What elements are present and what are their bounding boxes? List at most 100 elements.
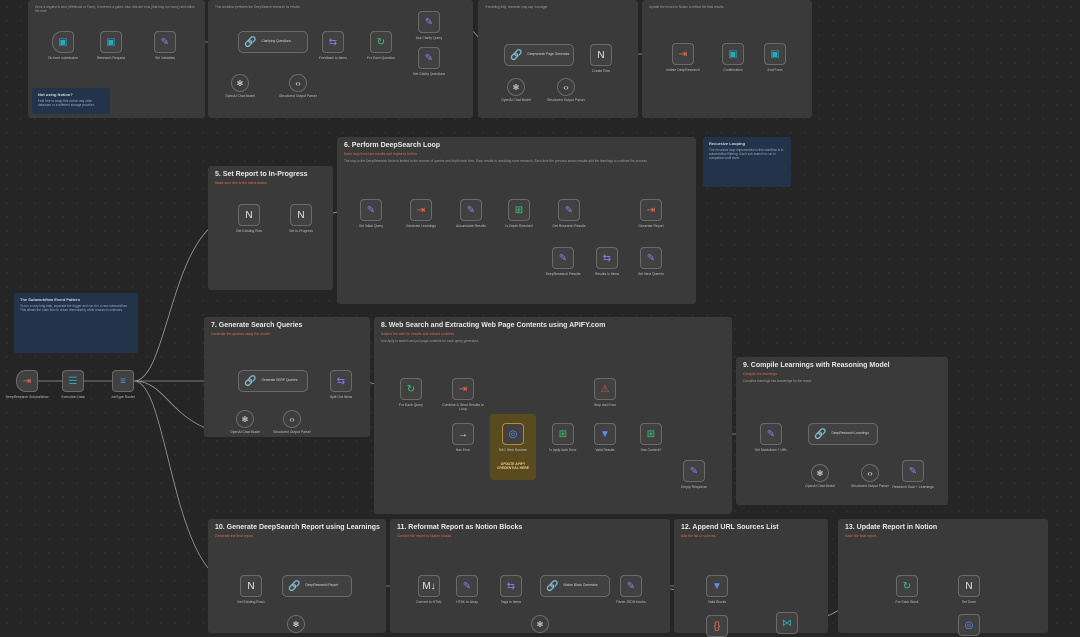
combine-send-results-node[interactable]: ⇥	[452, 378, 474, 400]
append-blocks-node[interactable]: ⋈	[776, 612, 798, 634]
set-initial-query-node[interactable]: ✎	[360, 199, 382, 221]
end-form-node[interactable]: ▣	[764, 43, 786, 65]
convert-to-html-node[interactable]: M↓	[418, 575, 440, 597]
generate-report-node[interactable]: ⇥	[640, 199, 662, 221]
arrow-right-icon: →	[458, 428, 468, 440]
empty-response-node[interactable]: ✎	[683, 460, 705, 482]
sticky-text: This workflow performs the DeepSearch re…	[215, 5, 301, 9]
accumulate-results-node[interactable]: ✎	[460, 199, 482, 221]
set-in-progress-node[interactable]: N	[290, 204, 312, 226]
section-subtitle: Compile the learnings.	[743, 372, 778, 376]
node-label: Parse JSON blocks	[616, 600, 646, 604]
openai-model-sub[interactable]: ✻	[236, 410, 254, 428]
confirmation-node[interactable]: ▣	[722, 43, 744, 65]
get-existing-row-node[interactable]: N	[238, 204, 260, 226]
node-label: Ask Clarity Query	[415, 36, 443, 40]
stop-and-error-node[interactable]: ⚠	[594, 378, 616, 400]
section-13-sticky[interactable]: 13. Update Report in Notion Save the fin…	[838, 519, 1048, 633]
is-apify-auth-error-node[interactable]: ⊞	[552, 423, 574, 445]
for-each-question-node[interactable]: ↻	[370, 31, 392, 53]
rag-web-browser-node[interactable]: ◎	[502, 423, 524, 445]
section-12-sticky[interactable]: 12. Append URL Sources List Add the list…	[674, 519, 828, 633]
execute-icon: ⇥	[416, 204, 426, 216]
node-label: Split Out Items	[329, 395, 353, 399]
openai-model-sub[interactable]: ✻	[507, 78, 525, 96]
deepresearch-learnings-node[interactable]: 🔗 DeepResearch Learnings	[808, 423, 878, 445]
jobtype-router-node[interactable]: ≡	[112, 370, 134, 392]
node-label: Get Markdown + URL	[754, 448, 788, 452]
output-parser-sub[interactable]: ‹›	[283, 410, 301, 428]
apify-credential-text: UPDATE APIFY CREDENTIAL HERE	[496, 462, 530, 471]
execution-data-node[interactable]: ☰	[62, 370, 84, 392]
openai-model-sub[interactable]: ✻	[811, 464, 829, 482]
deepresearch-report-node[interactable]: 🔗 DeepResearch Report	[282, 575, 352, 597]
loop-icon: ↻	[406, 383, 416, 395]
generate-learnings-node[interactable]: ⇥	[410, 199, 432, 221]
node-label: Feedback to Items	[319, 56, 347, 60]
get-clarity-questions-node[interactable]: ✎	[418, 47, 440, 69]
node-label: Set Variables	[155, 56, 175, 60]
valid-blocks-node[interactable]: ▼	[706, 575, 728, 597]
output-parser-sub[interactable]: ‹›	[861, 464, 879, 482]
has-error-node[interactable]: →	[452, 423, 474, 445]
parse-json-blocks-node[interactable]: ✎	[620, 575, 642, 597]
section-title: 9. Compile Learnings with Reasoning Mode…	[743, 362, 890, 369]
ask-clarity-query-node[interactable]: ✎	[418, 11, 440, 33]
openai-model-sub[interactable]: ✻	[287, 615, 305, 633]
research-goal-learnings-node[interactable]: ✎	[902, 460, 924, 482]
node-label: Has Error	[455, 448, 471, 452]
output-parser-sub[interactable]: ‹›	[557, 78, 575, 96]
for-each-block-node[interactable]: ↻	[896, 575, 918, 597]
set-variables-node[interactable]: ✎	[154, 31, 176, 53]
code-icon: ‹›	[289, 414, 295, 424]
deepresearch-results-node[interactable]: ✎	[552, 247, 574, 269]
set-done-node[interactable]: N	[958, 575, 980, 597]
form-trigger-node[interactable]: ▣	[52, 31, 74, 53]
deepsearch-page-generator-node[interactable]: 🔗 Deepsearch Page Generator	[504, 44, 574, 66]
pencil-icon: ✎	[689, 465, 699, 477]
subworkflow-pattern-note[interactable]: The Subworkflow Event Pattern To run a v…	[14, 293, 138, 353]
link-icon: 🔗	[244, 36, 257, 48]
has-content-node[interactable]: ⊞	[640, 423, 662, 445]
node-label: Is Depth Reached	[505, 224, 533, 228]
workflow-canvas[interactable]: Once a request is sent (Webhook or Form)…	[0, 0, 1080, 637]
tags-to-items-node[interactable]: ⇆	[500, 575, 522, 597]
pencil-icon: ✎	[626, 580, 636, 592]
node-label: Empty Response	[681, 485, 707, 489]
recursive-loop-note[interactable]: Recursive Looping The recursive loop imp…	[703, 137, 791, 187]
node-label: Set In-Progress	[289, 229, 313, 233]
section-5-sticky[interactable]: 5. Set Report to In-Progress Make sure t…	[208, 166, 333, 290]
set-next-queries-node[interactable]: ✎	[640, 247, 662, 269]
url-sources-node[interactable]: {}	[706, 615, 728, 637]
notion-info-note[interactable]: Not using Notion? Feel free to swap this…	[32, 88, 110, 114]
node-label: Structured Output Parser	[279, 94, 317, 98]
section-subtitle: Search the web for results and extract c…	[381, 332, 456, 336]
research-request-node[interactable]: ▣	[100, 31, 122, 53]
pencil-icon: ✎	[908, 465, 918, 477]
link-icon: 🔗	[814, 428, 827, 440]
node-label: Stop and Error	[593, 403, 617, 407]
notion-block-generator-node[interactable]: 🔗 Notion Block Generator	[540, 575, 610, 597]
feedback-to-items-node[interactable]: ⇆	[322, 31, 344, 53]
get-markdown-url-node[interactable]: ✎	[760, 423, 782, 445]
get-research-results-node[interactable]: ✎	[558, 199, 580, 221]
openai-icon: ✻	[816, 468, 824, 478]
for-each-query-node[interactable]: ↻	[400, 378, 422, 400]
clarifying-questions-node[interactable]: 🔗 Clarifying Questions	[238, 31, 308, 53]
notion-icon: N	[297, 209, 305, 221]
initiate-deepresearch-node[interactable]: ⇥	[672, 43, 694, 65]
node-label: Create Row	[592, 69, 610, 73]
is-depth-reached-node[interactable]: ⊞	[508, 199, 530, 221]
split-out-items-node[interactable]: ⇆	[330, 370, 352, 392]
results-to-items-node[interactable]: ⇆	[596, 247, 618, 269]
valid-results-node[interactable]: ▼	[594, 423, 616, 445]
get-existing-row1-node[interactable]: N	[240, 575, 262, 597]
create-row-node[interactable]: N	[590, 44, 612, 66]
openai-model-sub[interactable]: ✻	[231, 74, 249, 92]
generate-serp-queries-node[interactable]: 🔗 Generate SERP Queries	[238, 370, 308, 392]
openai-model-sub[interactable]: ✻	[531, 615, 549, 633]
deepresearch-subworkflow-trigger[interactable]: ⇥	[16, 370, 38, 392]
html-to-array-node[interactable]: ✎	[456, 575, 478, 597]
section-text: Use Apify to search and pull page conten…	[381, 339, 479, 343]
output-parser-sub[interactable]: ‹›	[289, 74, 307, 92]
